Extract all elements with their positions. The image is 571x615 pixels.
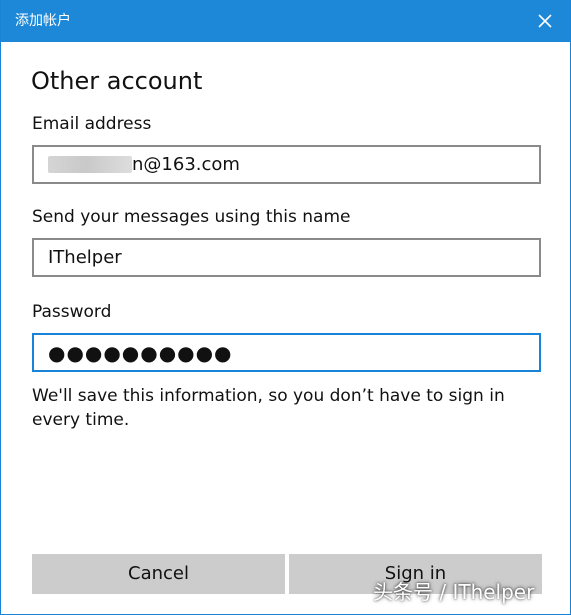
page-title: Other account: [31, 67, 203, 95]
add-account-dialog: 添加帐户 Other account Email address n@163.c…: [0, 0, 571, 615]
watermark: 头条号 / IThelper: [373, 580, 535, 604]
display-name-label: Send your messages using this name: [32, 207, 351, 227]
password-field[interactable]: ●●●●●●●●●●: [32, 333, 541, 372]
password-label: Password: [32, 302, 112, 322]
email-label: Email address: [32, 114, 152, 134]
display-name-value: IThelper: [48, 247, 122, 268]
password-masked-value: ●●●●●●●●●●: [48, 341, 233, 365]
email-field[interactable]: n@163.com: [32, 145, 541, 184]
cancel-button[interactable]: Cancel: [32, 554, 285, 594]
information-message: We'll save this information, so you don’…: [32, 386, 505, 430]
title-bar: 添加帐户: [1, 0, 570, 42]
close-icon: [538, 14, 552, 28]
email-redacted-mask: [48, 156, 132, 173]
close-button[interactable]: [532, 8, 558, 34]
email-visible-value: n@163.com: [132, 154, 240, 175]
display-name-field[interactable]: IThelper: [32, 238, 541, 277]
window-title: 添加帐户: [15, 13, 71, 29]
